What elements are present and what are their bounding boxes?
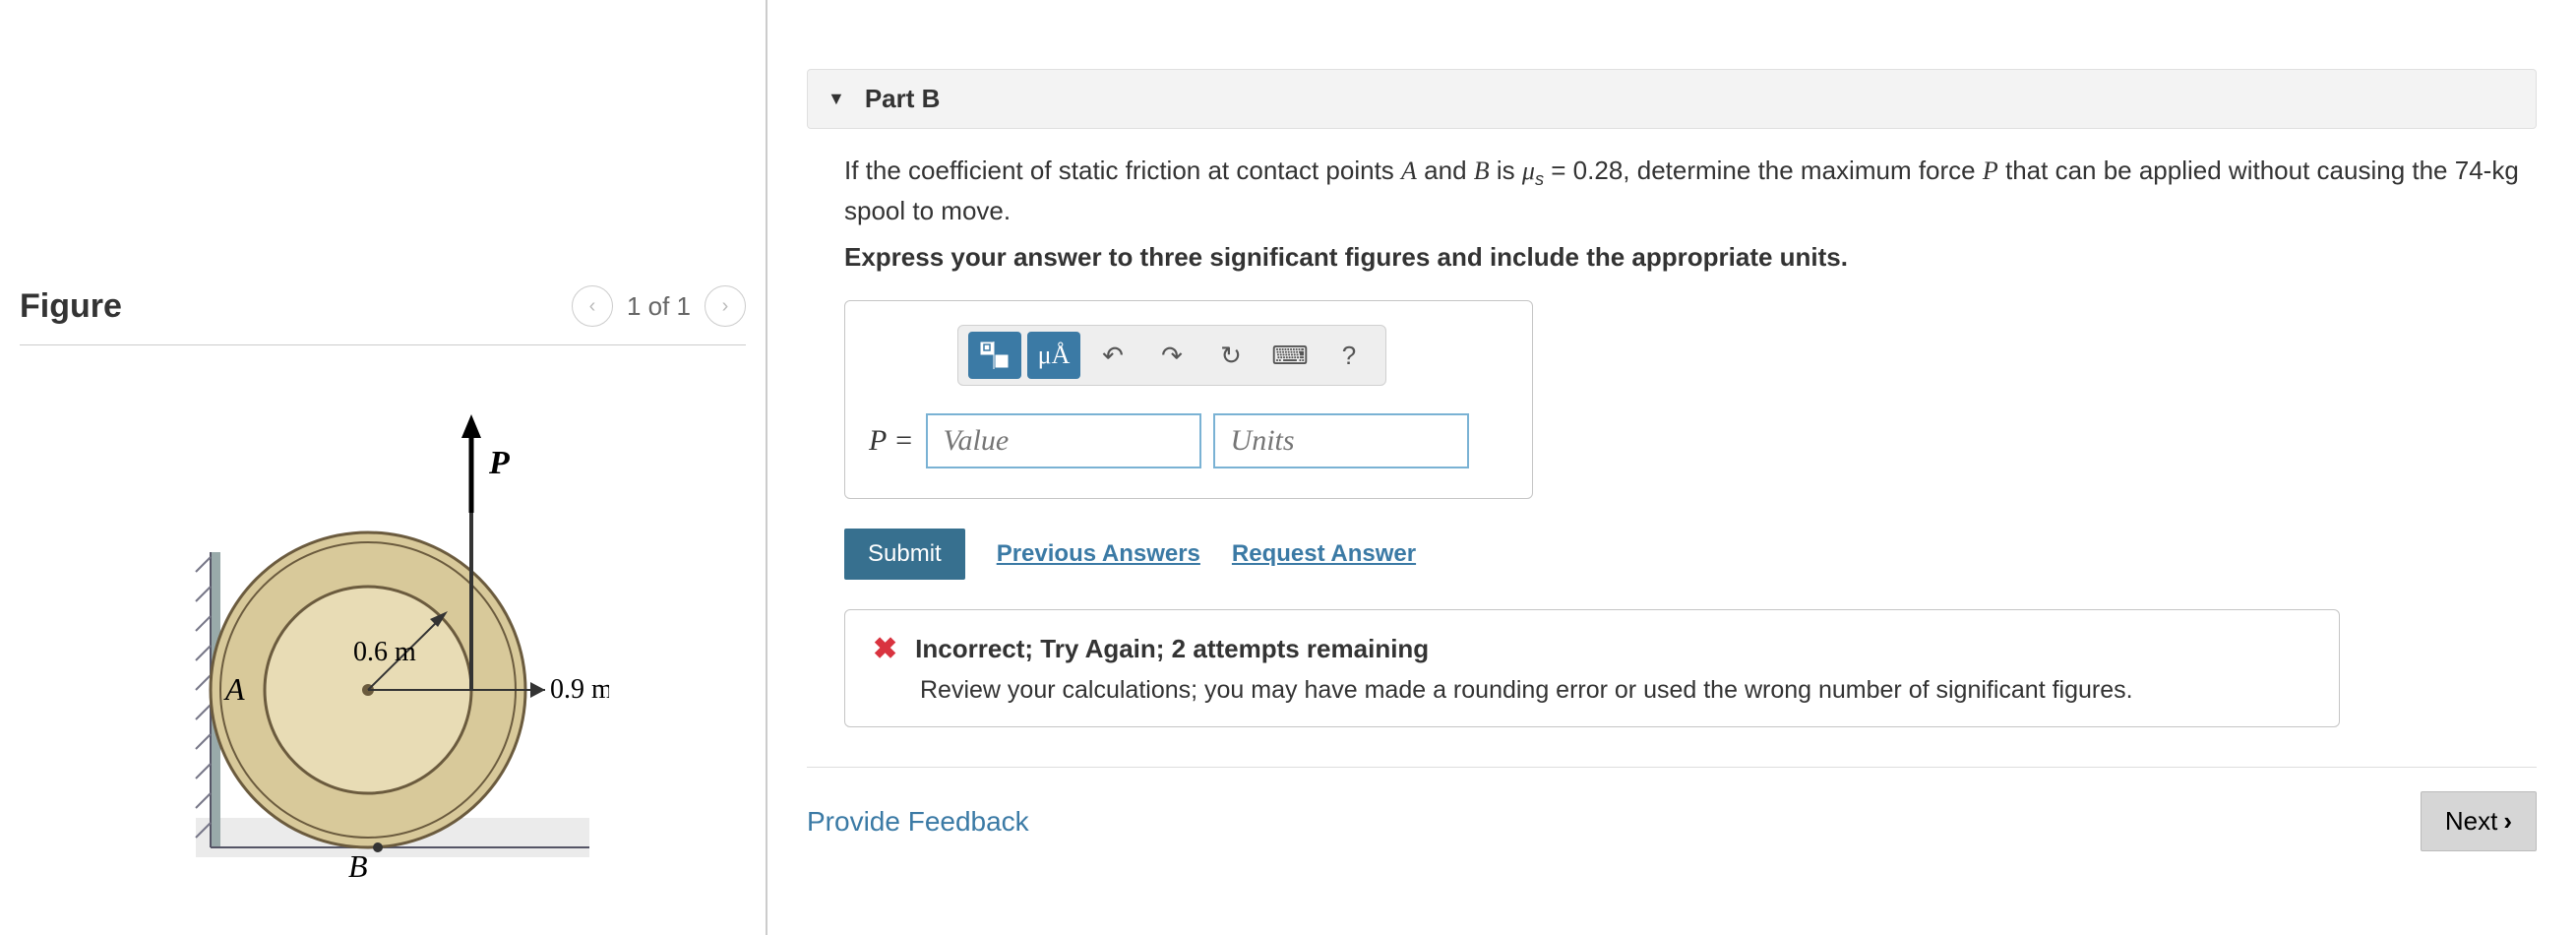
reset-button[interactable]: ↻ <box>1204 332 1257 379</box>
provide-feedback-link[interactable]: Provide Feedback <box>807 806 1029 838</box>
label-B: B <box>348 848 368 884</box>
q-seg: that can be applied without causing the … <box>1998 156 2492 185</box>
question-body: If the coefficient of static friction at… <box>807 129 2537 727</box>
submit-row: Submit Previous Answers Request Answer <box>844 529 2527 580</box>
label-A: A <box>223 671 245 707</box>
figure-title: Figure <box>20 287 122 326</box>
spool-diagram: P 0.6 m 0.9 m A B <box>156 395 609 887</box>
units-picker-button[interactable]: μÅ <box>1027 332 1080 379</box>
template-icon <box>980 342 1010 369</box>
keyboard-button[interactable]: ⌨ <box>1263 332 1317 379</box>
answer-variable-label: P = <box>869 424 914 458</box>
redo-icon: ↷ <box>1161 341 1183 371</box>
next-button[interactable]: Next› <box>2421 791 2537 851</box>
question-text: If the coefficient of static friction at… <box>844 153 2527 228</box>
figure-pager: ‹ 1 of 1 › <box>572 285 746 327</box>
help-icon: ? <box>1342 341 1356 371</box>
next-label: Next <box>2445 806 2497 836</box>
q-B: B <box>1474 156 1490 185</box>
figure-next-button[interactable]: › <box>705 285 746 327</box>
q-kg: kg <box>2491 156 2518 185</box>
q-seg: spool to move. <box>844 196 1011 225</box>
redo-button[interactable]: ↷ <box>1145 332 1198 379</box>
q-mu-sub: s <box>1535 169 1544 189</box>
feedback-title: Incorrect; Try Again; 2 attempts remaini… <box>915 634 1429 664</box>
template-picker-button[interactable] <box>968 332 1021 379</box>
answer-toolbar: μÅ ↶ ↷ ↻ ⌨ ? <box>957 325 1386 386</box>
q-seg: If the coefficient of static friction at… <box>844 156 1401 185</box>
figure-canvas: P 0.6 m 0.9 m A B <box>20 395 746 887</box>
units-icon-label: μÅ <box>1038 341 1071 370</box>
chevron-right-icon: › <box>722 295 729 318</box>
q-mu: μ <box>1522 156 1535 185</box>
question-panel: ▼ Part B If the coefficient of static fr… <box>767 0 2576 935</box>
submit-button[interactable]: Submit <box>844 529 965 580</box>
figure-panel: Figure ‹ 1 of 1 › <box>0 0 767 935</box>
undo-icon: ↶ <box>1102 341 1124 371</box>
feedback-header: ✖ Incorrect; Try Again; 2 attempts remai… <box>873 632 2311 666</box>
label-P: P <box>488 445 510 481</box>
feedback-message: Review your calculations; you may have m… <box>920 676 2311 705</box>
figure-pager-label: 1 of 1 <box>627 291 691 322</box>
feedback-box: ✖ Incorrect; Try Again; 2 attempts remai… <box>844 609 2340 727</box>
keyboard-icon: ⌨ <box>1271 341 1309 371</box>
q-seg: = 0.28, determine the maximum force <box>1544 156 1983 185</box>
part-title: Part B <box>865 84 941 114</box>
chevron-right-icon: › <box>2497 806 2512 836</box>
q-A: A <box>1401 156 1417 185</box>
previous-answers-link[interactable]: Previous Answers <box>997 540 1200 568</box>
q-seg: and <box>1417 156 1474 185</box>
label-r-outer: 0.9 m <box>550 674 609 705</box>
help-button[interactable]: ? <box>1322 332 1376 379</box>
answer-box: μÅ ↶ ↷ ↻ ⌨ ? P = <box>844 300 1533 499</box>
figure-header: Figure ‹ 1 of 1 › <box>20 285 746 345</box>
chevron-left-icon: ‹ <box>589 295 596 318</box>
reset-icon: ↻ <box>1220 341 1242 371</box>
q-seg: is <box>1490 156 1522 185</box>
footer-row: Provide Feedback Next› <box>807 767 2537 851</box>
request-answer-link[interactable]: Request Answer <box>1232 540 1416 568</box>
incorrect-icon: ✖ <box>873 632 897 666</box>
answer-instruction: Express your answer to three significant… <box>844 242 2527 273</box>
value-input[interactable] <box>926 413 1201 468</box>
figure-prev-button[interactable]: ‹ <box>572 285 613 327</box>
answer-input-row: P = <box>869 413 1508 468</box>
units-input[interactable] <box>1213 413 1469 468</box>
part-header[interactable]: ▼ Part B <box>807 69 2537 129</box>
q-P: P <box>1983 156 1998 185</box>
label-r-inner: 0.6 m <box>353 637 416 667</box>
undo-button[interactable]: ↶ <box>1086 332 1139 379</box>
caret-down-icon: ▼ <box>828 89 845 109</box>
